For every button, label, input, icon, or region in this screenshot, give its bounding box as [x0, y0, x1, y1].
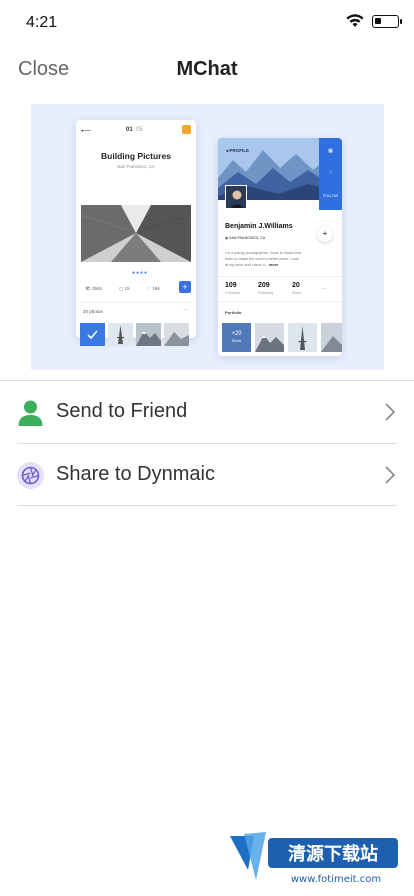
bell-icon: ♢ [328, 170, 333, 176]
grid-icon: ▦ [328, 148, 333, 154]
likes-count: ♡ 196 [147, 286, 160, 291]
profile-location: ◉ SAN FRANCISCO, CA [225, 236, 266, 240]
watermark-url: www.fotimeit.com [291, 874, 381, 885]
profile-sidebar: ▦ ♢ FOLLOW [319, 138, 342, 210]
app-badge-icon [182, 125, 191, 134]
portfolio-label: Portfolio [225, 310, 242, 315]
portfolio-tile-eiffel [288, 323, 317, 352]
battery-icon [372, 15, 402, 28]
more-icon: ··· [183, 307, 189, 313]
profile-label: ◂ PROFILE [226, 148, 250, 153]
add-icon: + [317, 226, 333, 242]
chevron-right-icon [385, 466, 396, 484]
share-to-dynamic-row[interactable]: Share to Dynmaic [0, 444, 414, 506]
thumbnail-strip [80, 323, 192, 346]
thumbnail-eiffel [108, 323, 133, 346]
nav-bar: MChat Close [0, 44, 414, 96]
back-arrow-icon: ⟵ [81, 128, 92, 135]
divider [17, 505, 397, 506]
card-stats: 👁 3565 ▢ 15 ♡ 196 + [81, 280, 191, 298]
aperture-icon [17, 462, 44, 489]
more-icon: ··· [321, 286, 327, 292]
views-count: 👁 3565 [85, 286, 102, 291]
profile-bio: I'm a young photographer, Juice to trave… [225, 251, 301, 267]
share-to-dynamic-label: Share to Dynmaic [56, 463, 215, 485]
profile-stats: 109 Followers 209 Following 20 Shots ··· [218, 276, 342, 302]
thumbnail-snow [164, 323, 189, 346]
status-bar: 4:21 [0, 0, 414, 44]
preview-card-building-pictures: ⟵ 01 05 Building Pictures San Francisco,… [76, 120, 196, 346]
photos-count-label: 20 photos [83, 309, 103, 314]
chevron-right-icon [385, 403, 396, 421]
divider [81, 302, 191, 303]
page-total: 05 [136, 127, 143, 133]
send-to-friend-label: Send to Friend [56, 400, 188, 422]
add-icon: + [179, 281, 191, 293]
stat-followers: 109 Followers [225, 282, 240, 295]
card-subtitle: San Francisco, CA [117, 164, 155, 169]
watermark-logo: 清源下载站 www.fotimeit.com [226, 830, 406, 888]
portfolio-more-tile: +20 Shots [222, 323, 251, 352]
watermark-text: 清源下载站 [288, 843, 378, 865]
thumbnail-mountain [136, 323, 161, 346]
share-preview-image: ⟵ 01 05 Building Pictures San Francisco,… [31, 104, 384, 370]
follow-button: FOLLOW [323, 194, 338, 198]
close-button[interactable]: Close [18, 58, 69, 81]
avatar [225, 185, 247, 209]
portfolio-tiles: +20 Shots [222, 323, 342, 353]
wifi-icon [346, 14, 364, 27]
page-current: 01 [126, 127, 133, 133]
page-indicator: 01 05 [126, 127, 143, 133]
comments-count: ▢ 15 [119, 286, 130, 291]
building-photo [81, 205, 191, 262]
profile-name: Benjamin J.Williams [225, 223, 293, 230]
carousel-dots: ●●●● [132, 270, 149, 276]
thumbnail-selected [80, 323, 105, 346]
stat-following: 209 Following [258, 282, 273, 295]
preview-card-profile: ◂ PROFILE ▦ ♢ FOLLOW Benjamin J.Williams… [218, 138, 342, 356]
portfolio-tile-snow [321, 323, 342, 352]
send-to-friend-row[interactable]: Send to Friend [0, 381, 414, 443]
status-time: 4:21 [26, 14, 58, 31]
portfolio-tile-mountain [255, 323, 284, 352]
card-title: Building Pictures [101, 151, 171, 161]
person-icon [18, 400, 43, 426]
stat-shots: 20 Shots [292, 282, 301, 295]
